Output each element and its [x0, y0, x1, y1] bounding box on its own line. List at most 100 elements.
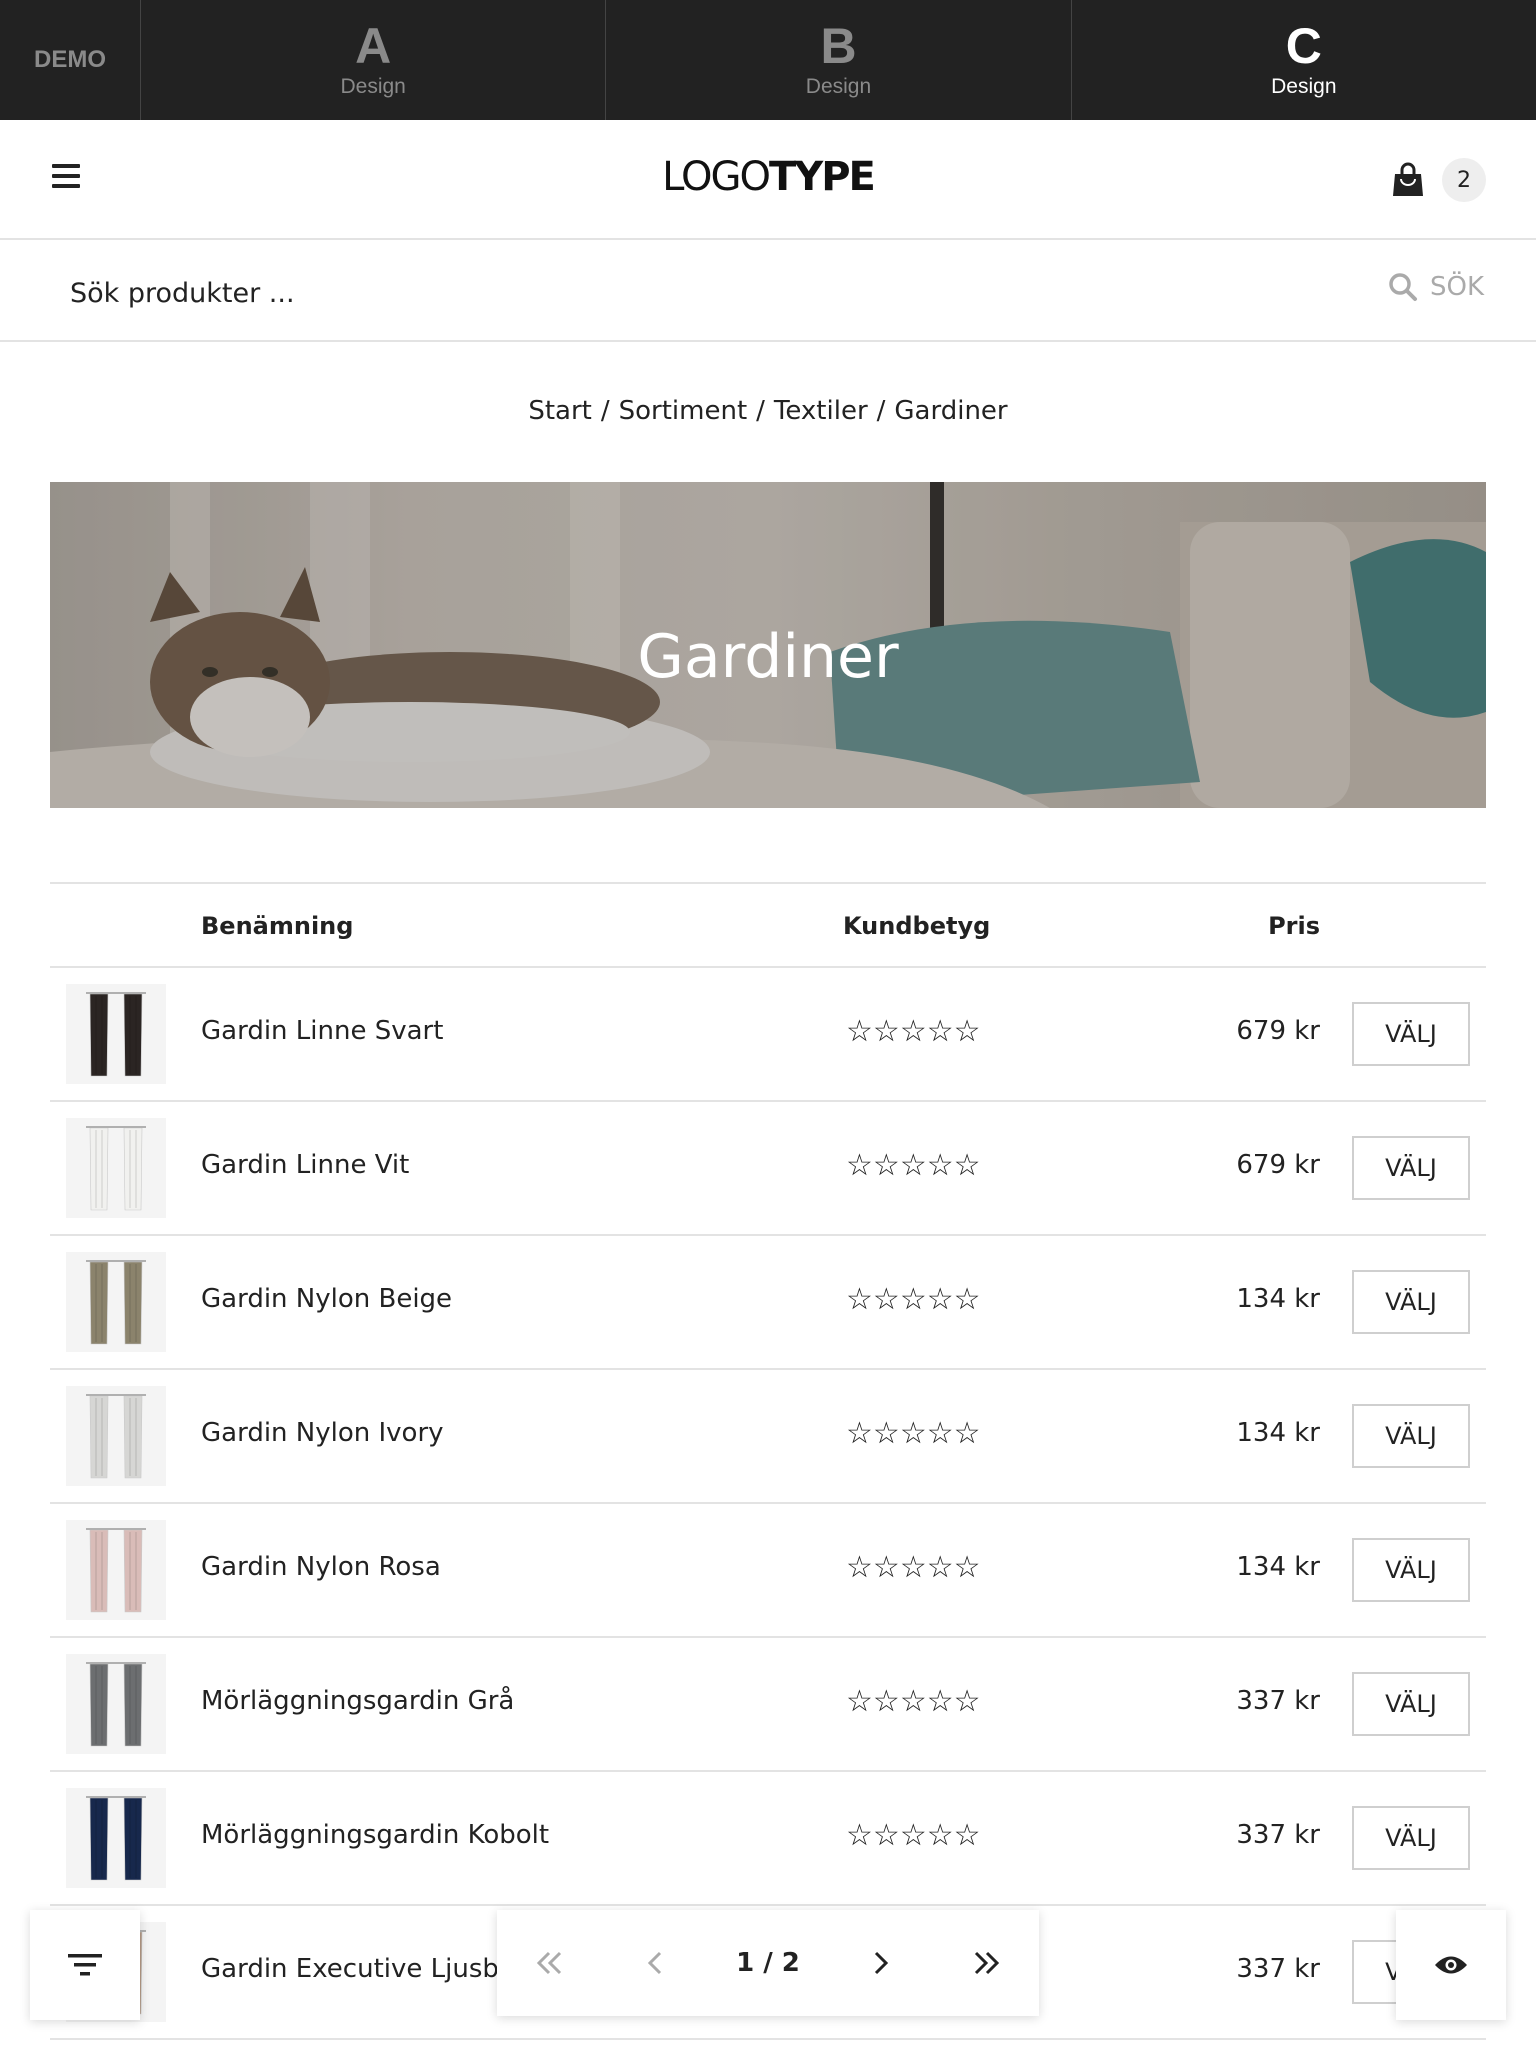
star-outline-icon: ☆	[899, 1818, 927, 1853]
product-name[interactable]: Gardin Nylon Rosa	[201, 1552, 441, 1582]
hero-title: Gardiner	[637, 622, 899, 692]
table-row[interactable]: Gardin Nylon Ivory ☆ ☆ ☆ ☆ ☆ 134 kr VÄLJ	[50, 1370, 1486, 1504]
product-thumbnail[interactable]	[66, 1386, 166, 1486]
column-header-price[interactable]: Pris	[1268, 912, 1320, 940]
star-outline-icon: ☆	[953, 1014, 981, 1049]
column-header-rating[interactable]: Kundbetyg	[843, 912, 990, 940]
logo-bold-text: TYPE	[768, 154, 876, 200]
prev-page-button[interactable]	[630, 1938, 680, 1988]
design-tab-letter: C	[1285, 18, 1322, 74]
curtain-image	[86, 1662, 146, 1747]
shopping-bag-icon	[1392, 162, 1424, 198]
design-tab-a[interactable]: A Design	[141, 0, 607, 120]
rating-stars: ☆☆☆☆☆	[846, 1148, 981, 1183]
product-table: Benämning Kundbetyg Pris Gardin Linne Sv…	[50, 882, 1486, 2040]
product-name[interactable]: Mörläggningsgardin Kobolt	[201, 1820, 549, 1850]
cart-count-badge: 2	[1442, 158, 1486, 202]
product-thumbnail[interactable]	[66, 984, 166, 1084]
product-name[interactable]: Gardin Linne Vit	[201, 1150, 409, 1180]
choose-button[interactable]: VÄLJ	[1352, 1538, 1470, 1602]
choose-button[interactable]: VÄLJ	[1352, 1002, 1470, 1066]
star-outline-icon: ☆	[872, 1282, 900, 1317]
search-button[interactable]: SÖK	[1388, 272, 1484, 302]
breadcrumb-sortiment[interactable]: Sortiment	[619, 396, 748, 426]
table-body: Gardin Linne Svart ☆ ☆ ☆ ☆ ☆ 679 kr VÄLJ Gardin …	[50, 968, 1486, 2040]
star-outline-icon: ☆	[926, 1148, 954, 1183]
star-outline-icon: ☆	[846, 1014, 873, 1049]
search-button-label: SÖK	[1429, 272, 1484, 302]
eye-icon	[1435, 1956, 1467, 1974]
design-tab-c[interactable]: C Design	[1072, 0, 1536, 120]
design-tab-b[interactable]: B Design	[606, 0, 1072, 120]
breadcrumb: Start / Sortiment / Textiler / Gardiner	[528, 396, 1008, 426]
choose-button[interactable]: VÄLJ	[1352, 1672, 1470, 1736]
choose-button[interactable]: VÄLJ	[1352, 1806, 1470, 1870]
curtain-image	[86, 1394, 146, 1479]
star-outline-icon: ☆	[953, 1148, 981, 1183]
star-outline-icon: ☆	[846, 1550, 873, 1585]
star-outline-icon: ☆	[953, 1416, 981, 1451]
product-name[interactable]: Gardin Linne Svart	[201, 1016, 443, 1046]
star-outline-icon: ☆	[953, 1818, 981, 1853]
product-name[interactable]: Gardin Executive Ljusbrun	[201, 1954, 543, 1984]
column-header-name[interactable]: Benämning	[201, 912, 353, 940]
star-outline-icon: ☆	[926, 1818, 954, 1853]
rating-stars: ☆☆☆☆☆	[846, 1416, 981, 1451]
product-price: 337 kr	[1236, 1686, 1320, 1716]
double-chevron-right-icon	[975, 1951, 1000, 1975]
star-outline-icon: ☆	[899, 1014, 927, 1049]
curtain-image	[86, 1126, 146, 1211]
last-page-button[interactable]	[961, 1938, 1011, 1988]
breadcrumb-start[interactable]: Start	[528, 396, 592, 426]
product-price: 679 kr	[1236, 1016, 1320, 1046]
product-thumbnail[interactable]	[66, 1118, 166, 1218]
star-outline-icon: ☆	[926, 1684, 954, 1719]
breadcrumb-textiler[interactable]: Textiler	[774, 396, 868, 426]
curtain-image	[86, 1528, 146, 1613]
choose-button[interactable]: VÄLJ	[1352, 1404, 1470, 1468]
logo[interactable]: LOGOTYPE	[0, 154, 1536, 200]
star-outline-icon: ☆	[926, 1282, 954, 1317]
first-page-button[interactable]	[525, 1938, 575, 1988]
star-outline-icon: ☆	[899, 1684, 927, 1719]
demo-bar: DEMO A Design B Design C Design	[0, 0, 1536, 120]
rating-stars: ☆☆☆☆☆	[846, 1684, 981, 1719]
table-row[interactable]: Mörläggningsgardin Kobolt ☆ ☆ ☆ ☆ ☆ 337 kr VÄLJ	[50, 1772, 1486, 1906]
star-outline-icon: ☆	[872, 1014, 900, 1049]
chevron-left-icon	[648, 1951, 662, 1975]
search-input[interactable]	[70, 268, 1170, 318]
star-outline-icon: ☆	[926, 1014, 954, 1049]
product-name[interactable]: Mörläggningsgardin Grå	[201, 1686, 514, 1716]
design-tab-letter: A	[355, 18, 392, 74]
design-tab-letter: B	[820, 18, 857, 74]
table-row[interactable]: Gardin Nylon Beige ☆ ☆ ☆ ☆ ☆ 134 kr VÄLJ	[50, 1236, 1486, 1370]
star-outline-icon: ☆	[953, 1550, 981, 1585]
cart-button[interactable]: 2	[1392, 158, 1486, 202]
table-row[interactable]: Gardin Nylon Rosa ☆ ☆ ☆ ☆ ☆ 134 kr VÄLJ	[50, 1504, 1486, 1638]
product-thumbnail[interactable]	[66, 1788, 166, 1888]
table-header: Benämning Kundbetyg Pris	[50, 882, 1486, 968]
filter-button[interactable]	[30, 1910, 140, 2020]
table-row[interactable]: Gardin Linne Svart ☆ ☆ ☆ ☆ ☆ 679 kr VÄLJ	[50, 968, 1486, 1102]
table-row[interactable]: Mörläggningsgardin Grå ☆ ☆ ☆ ☆ ☆ 337 kr VÄLJ	[50, 1638, 1486, 1772]
filter-icon	[68, 1954, 102, 1976]
star-outline-icon: ☆	[872, 1818, 900, 1853]
product-thumbnail[interactable]	[66, 1654, 166, 1754]
product-price: 134 kr	[1236, 1418, 1320, 1448]
next-page-button[interactable]	[856, 1938, 906, 1988]
curtain-image	[86, 1796, 146, 1881]
star-outline-icon: ☆	[846, 1684, 873, 1719]
page-indicator: 1 / 2	[736, 1948, 800, 1978]
breadcrumb-gardiner[interactable]: Gardiner	[894, 396, 1007, 426]
star-outline-icon: ☆	[899, 1148, 927, 1183]
choose-button[interactable]: VÄLJ	[1352, 1136, 1470, 1200]
product-name[interactable]: Gardin Nylon Beige	[201, 1284, 452, 1314]
view-toggle-button[interactable]	[1396, 1910, 1506, 2020]
product-price: 134 kr	[1236, 1552, 1320, 1582]
table-row[interactable]: Gardin Linne Vit ☆ ☆ ☆ ☆ ☆ 679 kr VÄLJ	[50, 1102, 1486, 1236]
choose-button[interactable]: VÄLJ	[1352, 1270, 1470, 1334]
product-thumbnail[interactable]	[66, 1520, 166, 1620]
product-thumbnail[interactable]	[66, 1252, 166, 1352]
product-name[interactable]: Gardin Nylon Ivory	[201, 1418, 444, 1448]
curtain-image	[86, 1260, 146, 1345]
